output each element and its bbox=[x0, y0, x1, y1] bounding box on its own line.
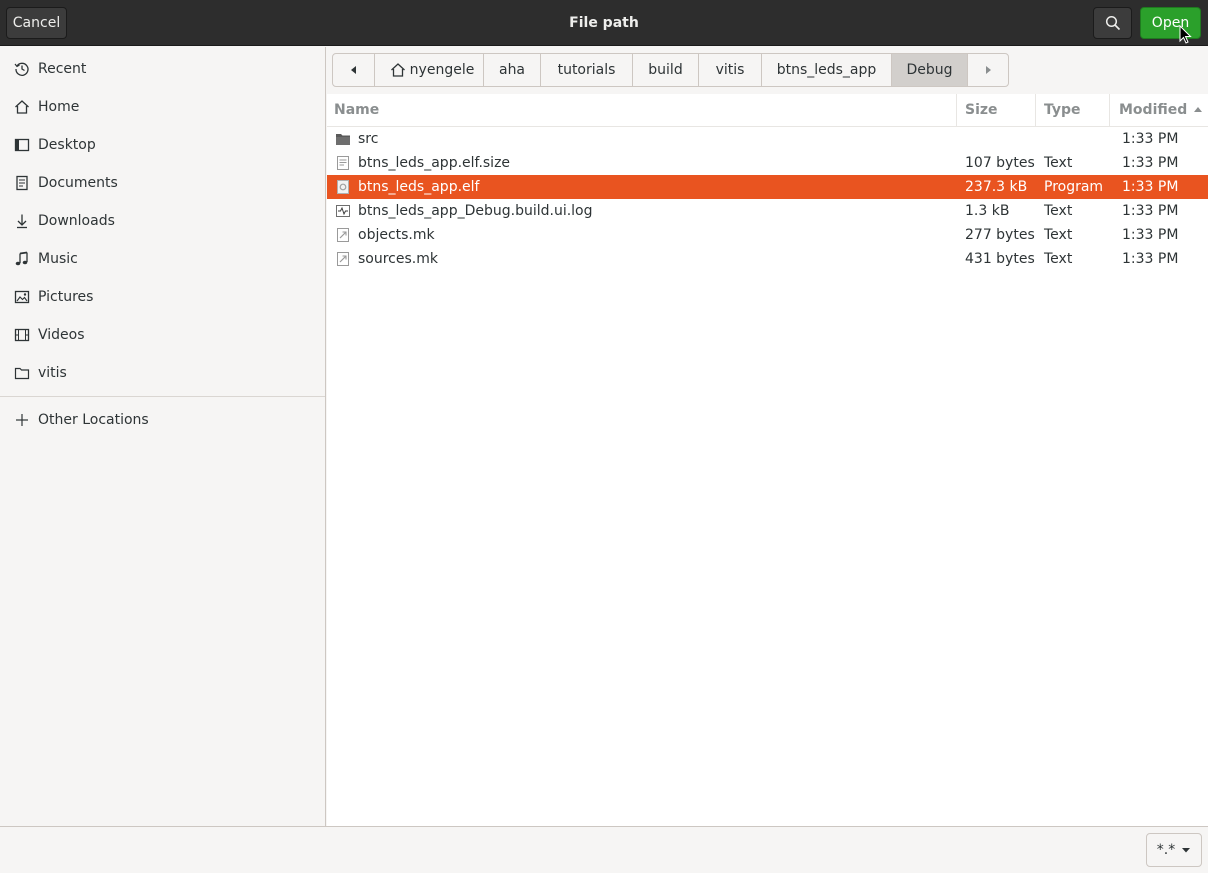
column-header-size[interactable]: Size bbox=[957, 94, 1036, 127]
sidebar-item-recent[interactable]: Recent bbox=[0, 50, 325, 88]
executable-icon bbox=[337, 180, 349, 194]
sidebar-item-label: Downloads bbox=[38, 213, 115, 229]
sidebar-item-documents[interactable]: Documents bbox=[0, 164, 325, 202]
search-button[interactable] bbox=[1093, 7, 1132, 39]
file-name: btns_leds_app.elf.size bbox=[358, 155, 511, 171]
home-icon bbox=[390, 63, 405, 77]
file-size: 237.3 kB bbox=[965, 179, 1028, 195]
cancel-button[interactable]: Cancel bbox=[6, 7, 67, 39]
sidebar-item-other-locations[interactable]: Other Locations bbox=[0, 401, 325, 439]
file-list: Name Size Type Modified src 1:33 PM btns… bbox=[327, 94, 1208, 826]
sidebar-item-desktop[interactable]: Desktop bbox=[0, 126, 325, 164]
document-icon bbox=[14, 175, 30, 191]
file-type: Text bbox=[1044, 227, 1073, 243]
column-header-type[interactable]: Type bbox=[1036, 94, 1110, 127]
file-modified: 1:33 PM bbox=[1122, 155, 1179, 171]
sidebar-item-label: Recent bbox=[38, 61, 87, 77]
makefile-icon bbox=[337, 228, 349, 242]
mouse-cursor-icon bbox=[1179, 25, 1192, 44]
path-scroll-right-button[interactable] bbox=[968, 54, 1008, 86]
file-row[interactable]: objects.mk 277 bytes Text 1:33 PM bbox=[327, 223, 1208, 247]
sidebar-item-label: Desktop bbox=[38, 137, 96, 153]
sidebar-item-videos[interactable]: Videos bbox=[0, 316, 325, 354]
column-header-name[interactable]: Name bbox=[327, 94, 957, 127]
file-size: 431 bytes bbox=[965, 251, 1035, 267]
file-modified: 1:33 PM bbox=[1122, 131, 1179, 147]
path-scroll-left-button[interactable] bbox=[333, 54, 375, 86]
home-icon bbox=[14, 99, 30, 115]
sidebar-item-label: Documents bbox=[38, 175, 118, 191]
file-modified: 1:33 PM bbox=[1122, 251, 1179, 267]
file-size: 107 bytes bbox=[965, 155, 1035, 171]
file-type: Text bbox=[1044, 251, 1073, 267]
path-crumb[interactable]: btns_leds_app bbox=[762, 54, 892, 86]
makefile-icon bbox=[337, 252, 349, 266]
file-row[interactable]: btns_leds_app_Debug.build.ui.log 1.3 kB … bbox=[327, 199, 1208, 223]
log-file-icon bbox=[336, 205, 350, 217]
sidebar-item-label: Videos bbox=[38, 327, 85, 343]
sidebar-item-label: Pictures bbox=[38, 289, 94, 305]
file-filter-dropdown[interactable]: *.* bbox=[1146, 833, 1202, 867]
file-name: sources.mk bbox=[358, 251, 438, 267]
path-crumb[interactable]: vitis bbox=[699, 54, 762, 86]
dialog-footer: *.* bbox=[0, 826, 1208, 873]
sidebar-item-vitis[interactable]: vitis bbox=[0, 354, 325, 392]
file-type: Text bbox=[1044, 155, 1073, 171]
file-modified: 1:33 PM bbox=[1122, 179, 1179, 195]
file-modified: 1:33 PM bbox=[1122, 227, 1179, 243]
sidebar-item-downloads[interactable]: Downloads bbox=[0, 202, 325, 240]
sidebar-item-home[interactable]: Home bbox=[0, 88, 325, 126]
path-bar: nyengele aha tutorials build vitis btns_… bbox=[332, 53, 1009, 87]
picture-icon bbox=[14, 289, 30, 305]
sidebar-item-label: vitis bbox=[38, 365, 67, 381]
file-name: objects.mk bbox=[358, 227, 435, 243]
header-bar: Cancel File path Open bbox=[0, 0, 1208, 46]
path-crumb-label: nyengele bbox=[409, 62, 475, 78]
path-crumb[interactable]: aha bbox=[484, 54, 541, 86]
text-file-icon bbox=[337, 156, 349, 170]
sidebar-item-music[interactable]: Music bbox=[0, 240, 325, 278]
music-icon bbox=[14, 251, 30, 267]
places-sidebar: Recent Home Desktop Documents Downloads … bbox=[0, 47, 326, 826]
desktop-icon bbox=[14, 137, 30, 153]
path-crumb[interactable]: tutorials bbox=[541, 54, 633, 86]
file-row-selected[interactable]: btns_leds_app.elf 237.3 kB Program 1:33 … bbox=[327, 175, 1208, 199]
folder-icon bbox=[336, 134, 350, 145]
file-type: Text bbox=[1044, 203, 1073, 219]
sidebar-item-pictures[interactable]: Pictures bbox=[0, 278, 325, 316]
folder-icon bbox=[14, 365, 30, 381]
file-name: src bbox=[358, 131, 379, 147]
clock-icon bbox=[14, 61, 30, 77]
column-header-modified[interactable]: Modified bbox=[1110, 94, 1208, 127]
file-row[interactable]: btns_leds_app.elf.size 107 bytes Text 1:… bbox=[327, 151, 1208, 175]
path-crumb-current[interactable]: Debug bbox=[892, 54, 968, 86]
file-size: 1.3 kB bbox=[965, 203, 1010, 219]
column-header-label: Modified bbox=[1119, 102, 1188, 118]
search-icon bbox=[1105, 15, 1120, 31]
chevron-right-icon bbox=[986, 66, 991, 74]
chevron-left-icon bbox=[350, 66, 356, 74]
video-icon bbox=[14, 327, 30, 343]
file-filter-label: *.* bbox=[1156, 842, 1176, 858]
file-type: Program bbox=[1044, 179, 1104, 195]
sidebar-item-label: Other Locations bbox=[38, 412, 149, 428]
sort-ascending-icon bbox=[1194, 107, 1203, 112]
file-name: btns_leds_app.elf bbox=[358, 179, 480, 195]
path-crumb-home[interactable]: nyengele bbox=[375, 54, 484, 86]
download-icon bbox=[14, 213, 30, 229]
file-size: 277 bytes bbox=[965, 227, 1035, 243]
file-row[interactable]: sources.mk 431 bytes Text 1:33 PM bbox=[327, 247, 1208, 271]
sidebar-item-label: Home bbox=[38, 99, 80, 115]
file-name: btns_leds_app_Debug.build.ui.log bbox=[358, 203, 593, 219]
file-row[interactable]: src 1:33 PM bbox=[327, 127, 1208, 151]
file-modified: 1:33 PM bbox=[1122, 203, 1179, 219]
sidebar-item-label: Music bbox=[38, 251, 78, 267]
path-crumb[interactable]: build bbox=[633, 54, 699, 86]
dialog-title: File path bbox=[569, 15, 639, 31]
sidebar-separator bbox=[0, 396, 325, 397]
chevron-down-icon bbox=[1182, 848, 1191, 853]
plus-icon bbox=[14, 412, 30, 428]
